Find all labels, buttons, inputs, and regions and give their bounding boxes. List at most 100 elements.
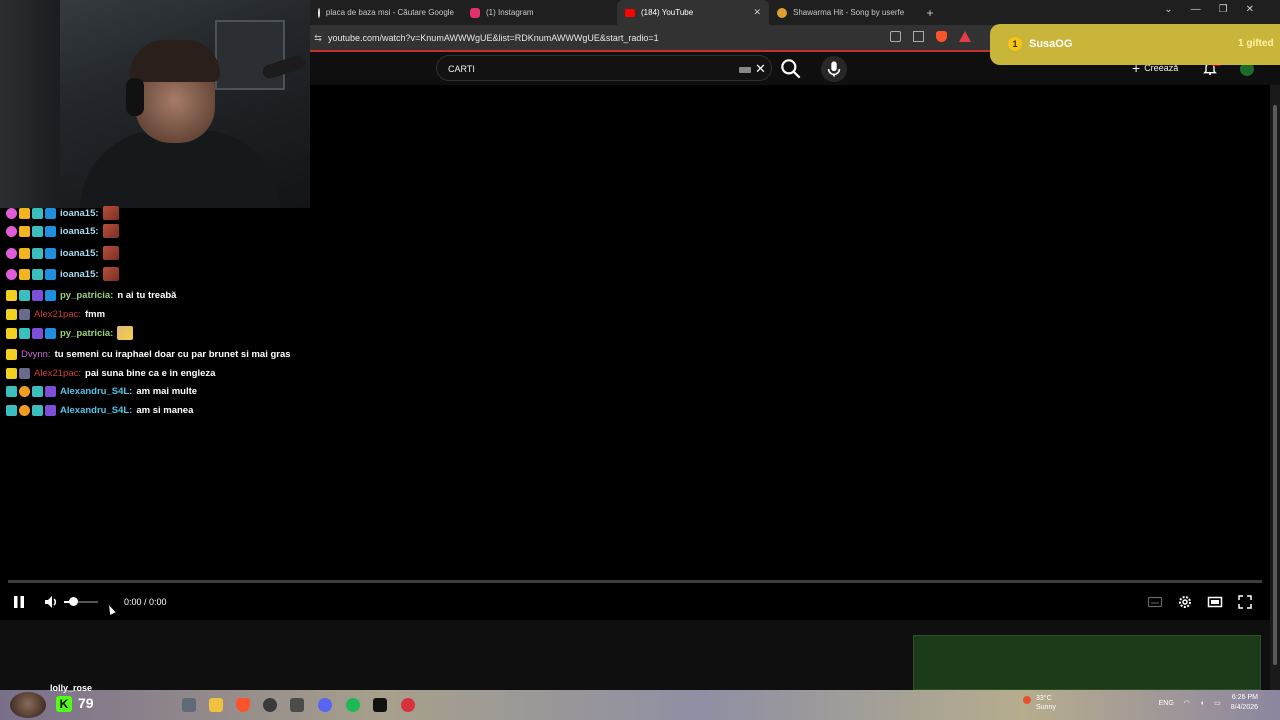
- tab-instagram[interactable]: (1) Instagram: [462, 0, 617, 25]
- cast-icon[interactable]: [913, 31, 924, 42]
- crown-badge-icon: [19, 225, 30, 237]
- speaker-icon[interactable]: ◖: [1200, 700, 1204, 707]
- tab-google[interactable]: placa de baza msi - Căutare Google: [310, 0, 462, 25]
- app-icon[interactable]: [290, 698, 304, 712]
- gift-badge-icon: [32, 207, 43, 219]
- chat-message: Dvynn: tu semeni cu iraphael doar cu par…: [6, 346, 291, 362]
- settings-gear-icon[interactable]: [1177, 594, 1193, 610]
- brave-shield-icon[interactable]: [936, 31, 947, 42]
- gift-badge-icon: [32, 247, 43, 259]
- instagram-icon: [470, 7, 480, 18]
- wifi-icon[interactable]: ◠: [1184, 699, 1190, 707]
- close-window-icon[interactable]: ✕: [1246, 4, 1254, 15]
- chat-message: py_patricia: n ai tu treabă: [6, 287, 176, 303]
- search-box[interactable]: CARTI ✕: [436, 55, 772, 81]
- battery-icon[interactable]: ▭: [1214, 699, 1221, 707]
- url-field[interactable]: youtube.com/watch?v=KnumAWWWgUE&list=RDK…: [328, 33, 659, 43]
- language-indicator[interactable]: ENG: [1159, 700, 1174, 707]
- subtitles-icon[interactable]: [1147, 594, 1163, 610]
- page-scrollbar[interactable]: [1270, 85, 1280, 690]
- google-icon: [318, 7, 320, 18]
- sub-badge-icon: [6, 207, 17, 219]
- rank-badge-icon: [45, 225, 56, 237]
- search-icon[interactable]: [778, 56, 804, 82]
- volume-icon[interactable]: [43, 594, 59, 610]
- gift-badge-icon: [19, 289, 30, 301]
- chat-emote: [102, 267, 119, 281]
- browser-tabbar: placa de baza msi - Căutare Google (1) I…: [310, 0, 1280, 25]
- chat-username: py_patricia:: [60, 327, 114, 339]
- level-badge-icon: [19, 404, 30, 416]
- chat-emote: [102, 206, 119, 220]
- tab-spotify[interactable]: Shawarma Hit - Song by userfe: [769, 0, 919, 25]
- crown-badge-icon: [19, 268, 30, 280]
- maximize-icon[interactable]: ❐: [1219, 4, 1228, 15]
- obs-icon[interactable]: [263, 698, 277, 712]
- theater-mode-icon[interactable]: [1207, 594, 1223, 610]
- chat-text: fmm: [85, 308, 106, 320]
- davinci-icon[interactable]: [401, 698, 415, 712]
- gifted-count: 1 gifted: [1238, 38, 1274, 49]
- brave-browser-icon[interactable]: [236, 698, 250, 712]
- spotify-icon[interactable]: [346, 698, 360, 712]
- webcam-feed: [0, 0, 310, 208]
- minimize-icon[interactable]: —: [1191, 4, 1201, 15]
- chat-emote: [102, 246, 119, 260]
- gem-badge-icon: [32, 289, 43, 301]
- kick-logo-icon: K: [56, 696, 72, 712]
- chat-emote: [117, 326, 134, 340]
- chat-username: py_patricia:: [60, 289, 114, 301]
- screen: placa de baza msi - Căutare Google (1) I…: [0, 0, 1280, 720]
- sub-months-badge-icon: [6, 367, 17, 379]
- video-progress-bar[interactable]: [8, 580, 1262, 583]
- volume-handle[interactable]: [69, 597, 78, 606]
- gem-badge-icon: [45, 404, 56, 416]
- gift-badge-icon: [32, 404, 43, 416]
- file-explorer-icon[interactable]: [209, 698, 223, 712]
- rank-badge-icon: [45, 327, 56, 339]
- sub-badge-icon: [6, 247, 17, 259]
- chat-username: Alexandru_S4L:: [60, 385, 133, 397]
- scrollbar-thumb[interactable]: [1273, 105, 1277, 665]
- system-tray: ENG ◠ ◖ ▭ 6:26 PM 8/4/2026: [1159, 693, 1258, 713]
- pause-icon[interactable]: [11, 594, 27, 610]
- microphone-icon[interactable]: [821, 56, 847, 82]
- brave-rewards-icon[interactable]: [959, 31, 971, 42]
- wreath-badge-icon: [19, 367, 30, 379]
- chat-username: Alex21pac:: [34, 367, 82, 379]
- keyboard-icon[interactable]: [739, 67, 751, 73]
- chat-text: am mai multe: [136, 385, 198, 397]
- sub-months-badge-icon: [6, 289, 17, 301]
- chat-username: ioana15:: [60, 225, 99, 237]
- sub-months-badge-icon: [6, 327, 17, 339]
- discord-icon[interactable]: [318, 698, 332, 712]
- tab-youtube[interactable]: (184) YouTube ✕: [617, 0, 769, 25]
- sub-months-badge-icon: [6, 308, 17, 320]
- tab-list-icon[interactable]: ⌄: [1164, 4, 1172, 15]
- close-tab-icon[interactable]: ✕: [753, 7, 761, 18]
- rank-badge-icon: [45, 247, 56, 259]
- task-view-icon[interactable]: [182, 698, 196, 712]
- gift-badge-icon: [19, 327, 30, 339]
- fullscreen-icon[interactable]: [1237, 594, 1253, 610]
- gifter-name: SusaOG: [1029, 38, 1073, 50]
- chat-text: pai suna bine ca e in engleza: [85, 367, 216, 379]
- wreath-badge-icon: [19, 308, 30, 320]
- youtube-icon: [625, 8, 635, 17]
- translate-icon[interactable]: [890, 31, 901, 42]
- taskbar-clock[interactable]: 6:26 PM 8/4/2026: [1231, 693, 1258, 713]
- weather-icon: [1023, 696, 1031, 704]
- chat-message: Alexandru_S4L: am si manea: [6, 402, 193, 418]
- new-tab-button[interactable]: +: [919, 6, 941, 20]
- search-input[interactable]: CARTI: [448, 64, 475, 74]
- player-controls: 0:00 / 0:00: [0, 588, 1270, 618]
- chat-message: ioana15:: [6, 205, 119, 221]
- chat-username: ioana15:: [60, 268, 99, 280]
- capcut-icon[interactable]: [373, 698, 387, 712]
- level-badge-icon: [19, 385, 30, 397]
- sub-count: 79: [78, 695, 94, 711]
- site-info-icon[interactable]: ⇆: [310, 33, 326, 44]
- weather-widget[interactable]: 33°C Sunny: [1036, 694, 1056, 712]
- clear-search-icon[interactable]: ✕: [755, 61, 766, 77]
- streamer-avatar: [10, 692, 46, 718]
